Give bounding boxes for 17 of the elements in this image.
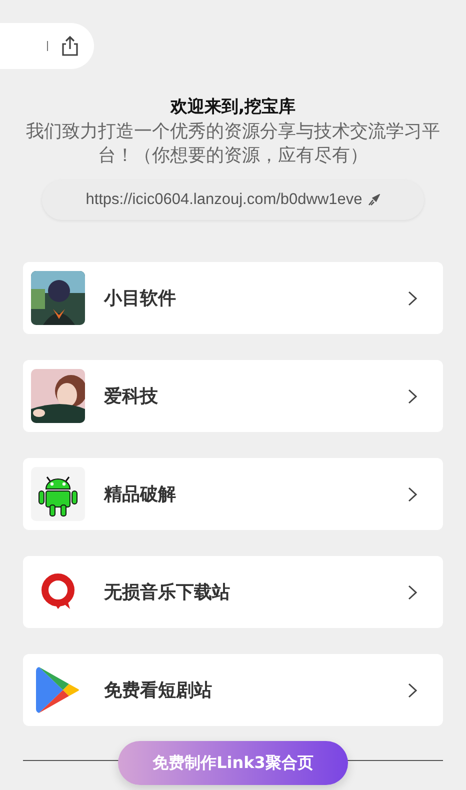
chevron-right-icon — [408, 486, 417, 502]
welcome-description: 我们致力打造一个优秀的资源分享与技术交流学习平台！（你想要的资源，应有尽有） — [25, 120, 441, 168]
link-card[interactable]: 爱科技 — [23, 360, 443, 432]
link-card[interactable]: 无损音乐下载站 — [23, 556, 443, 628]
chevron-right-icon — [408, 584, 417, 600]
url-text: https://icic0604.lanzouj.com/b0dww1eve — [86, 191, 362, 209]
chevron-right-icon — [408, 388, 417, 404]
share-icon[interactable] — [60, 35, 80, 57]
rocket-icon — [368, 194, 380, 206]
link-card[interactable]: 免费看短剧站 — [23, 654, 443, 726]
link-card[interactable]: 小目软件 — [23, 262, 443, 334]
android-icon — [31, 467, 85, 521]
link-card[interactable]: 精品破解 — [23, 458, 443, 530]
chevron-right-icon — [408, 682, 417, 698]
chevron-right-icon — [408, 290, 417, 306]
welcome-title: 欢迎来到,挖宝库 — [169, 96, 297, 118]
url-link[interactable]: https://icic0604.lanzouj.com/b0dww1eve — [42, 180, 424, 220]
